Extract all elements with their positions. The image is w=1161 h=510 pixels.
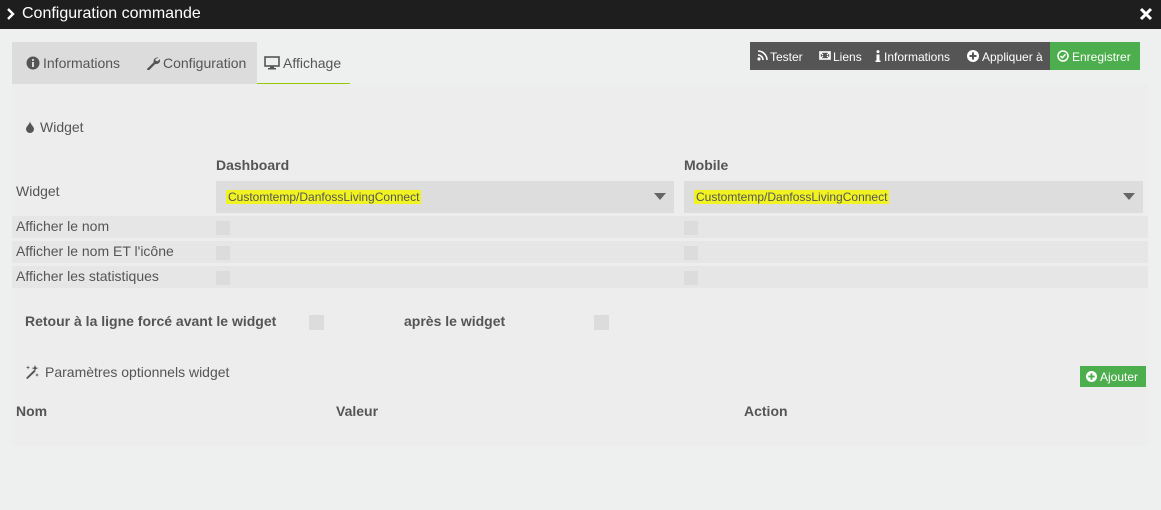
option-row-band	[12, 216, 1148, 238]
afficher-stats-dashboard-checkbox[interactable]	[216, 271, 230, 285]
afficher-stats-mobile-checkbox[interactable]	[684, 271, 698, 285]
action-column-header: Action	[744, 403, 788, 419]
afficher-nom-mobile-checkbox[interactable]	[684, 221, 698, 235]
tint-icon	[26, 121, 34, 133]
plus-circle-icon	[967, 50, 979, 62]
wrench-icon	[147, 57, 160, 70]
link-icon	[819, 51, 831, 60]
widget-section-title: Widget	[40, 119, 84, 135]
caret-down-icon	[654, 193, 666, 200]
afficher-nom-icone-mobile-checkbox[interactable]	[684, 246, 698, 260]
ajouter-button[interactable]: Ajouter	[1080, 366, 1146, 387]
retour-ligne-apres-checkbox[interactable]	[594, 315, 609, 330]
check-circle-icon	[1057, 50, 1069, 62]
mobile-widget-select[interactable]: Customtemp/DanfossLivingConnect	[684, 181, 1143, 213]
tab-informations[interactable]: Informations	[12, 42, 134, 84]
magic-icon	[26, 365, 39, 379]
window-title: Configuration commande	[22, 5, 201, 22]
info-circle-icon	[26, 56, 40, 70]
affichage-panel	[12, 84, 1148, 446]
option-row-band	[12, 266, 1148, 288]
afficher-nom-icone-dashboard-checkbox[interactable]	[216, 246, 230, 260]
rss-icon	[757, 50, 768, 61]
info-icon	[875, 50, 881, 62]
mobile-column-header: Mobile	[684, 157, 729, 173]
tab-label: Informations	[43, 55, 121, 71]
caret-down-icon	[1123, 193, 1135, 200]
optional-params-title: Paramètres optionnels widget	[45, 364, 230, 380]
afficher-nom-dashboard-checkbox[interactable]	[216, 221, 230, 235]
chevron-right-icon	[7, 8, 15, 20]
tester-button[interactable]: Tester	[750, 42, 813, 70]
dashboard-column-header: Dashboard	[216, 157, 290, 173]
tab-label: Configuration	[163, 55, 247, 71]
dashboard-widget-select[interactable]: Customtemp/DanfossLivingConnect	[216, 181, 674, 213]
informations-button[interactable]: Informations	[870, 42, 960, 70]
tab-label: Affichage	[283, 55, 342, 71]
appliquer-button[interactable]: Appliquer à	[960, 42, 1050, 70]
dashboard-widget-value: Customtemp/DanfossLivingConnect	[226, 190, 422, 204]
widget-row-label: Widget	[16, 183, 60, 199]
enregistrer-button[interactable]: Enregistrer	[1050, 42, 1140, 70]
retour-ligne-apres-label: après le widget	[404, 313, 506, 329]
option-row-band	[12, 241, 1148, 263]
liens-button[interactable]: Liens	[813, 42, 870, 70]
valeur-column-header: Valeur	[336, 403, 379, 419]
retour-ligne-avant-label: Retour à la ligne forcé avant le widget	[25, 313, 277, 329]
tab-configuration[interactable]: Configuration	[134, 42, 257, 84]
plus-circle-icon	[1086, 371, 1097, 382]
tab-affichage[interactable]: Affichage	[257, 42, 350, 84]
option-row-label: Afficher le nom	[16, 218, 110, 234]
close-icon[interactable]	[1139, 7, 1153, 21]
window-titlebar: Configuration commande	[0, 0, 1161, 29]
retour-ligne-avant-checkbox[interactable]	[309, 315, 324, 330]
option-row-label: Afficher les statistiques	[16, 268, 159, 284]
mobile-widget-value: Customtemp/DanfossLivingConnect	[694, 190, 890, 204]
nom-column-header: Nom	[16, 403, 48, 419]
desktop-icon	[264, 56, 280, 70]
option-row-label: Afficher le nom ET l'icône	[16, 243, 174, 259]
